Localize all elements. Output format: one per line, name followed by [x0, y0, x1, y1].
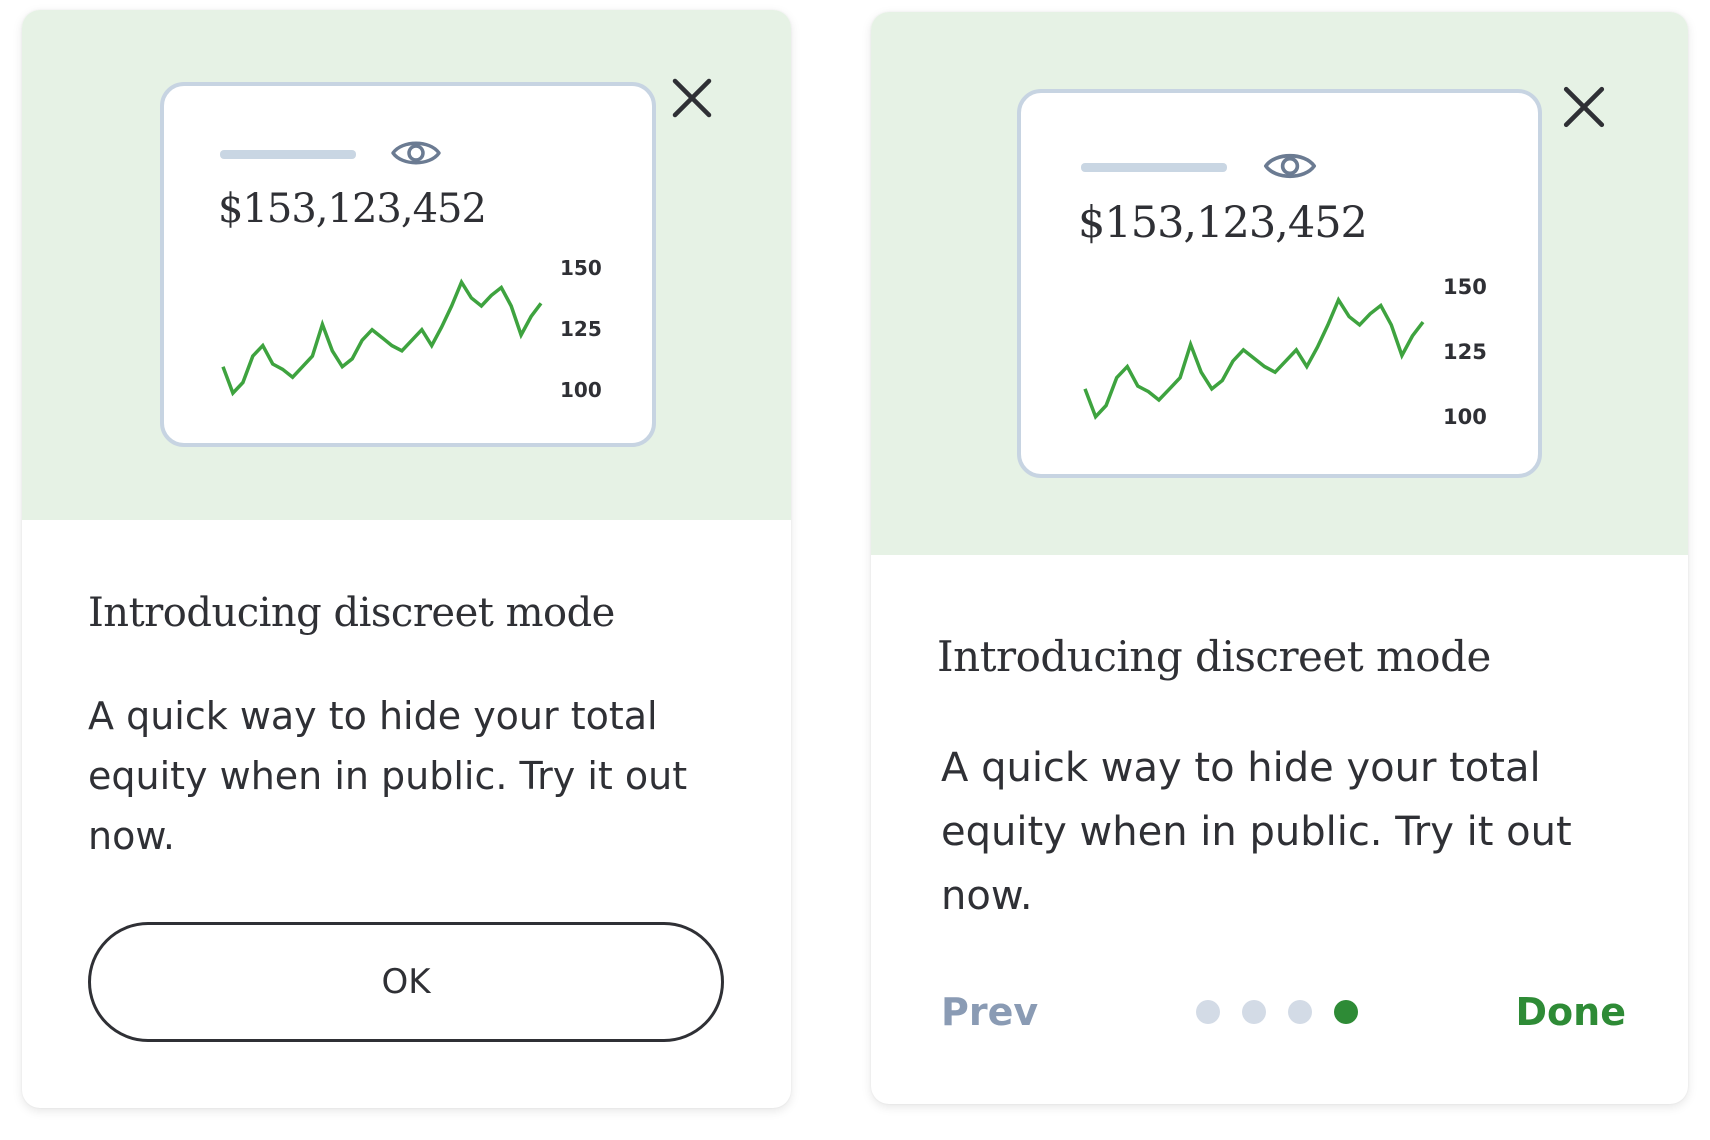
equity-sparkline — [1083, 296, 1425, 420]
equity-sparkline — [221, 278, 543, 397]
pagination-dot[interactable] — [1196, 1000, 1220, 1024]
prev-button[interactable]: Prev — [941, 990, 1038, 1034]
pagination-dots — [1196, 1000, 1358, 1024]
y-tick-label: 150 — [560, 256, 602, 280]
pagination-dot[interactable] — [1242, 1000, 1266, 1024]
close-icon[interactable] — [670, 76, 714, 120]
equity-amount: $153,123,452 — [1078, 198, 1368, 248]
hero-banner: $153,123,452 150 125 100 — [22, 10, 791, 520]
y-tick-label: 150 — [1443, 275, 1487, 299]
card-title: Introducing discreet mode — [937, 632, 1491, 681]
sparkline-series — [1083, 296, 1425, 420]
equity-preview-card: $153,123,452 150 125 100 — [160, 82, 656, 447]
card-title: Introducing discreet mode — [88, 590, 615, 636]
discreet-mode-card-single: $153,123,452 150 125 100 Introducing dis… — [22, 10, 791, 1108]
close-icon[interactable] — [1561, 84, 1607, 130]
y-tick-label: 100 — [1443, 405, 1487, 429]
equity-amount: $153,123,452 — [218, 186, 487, 232]
eye-icon — [391, 141, 441, 165]
eye-icon — [1263, 153, 1317, 179]
ok-button[interactable]: OK — [88, 922, 724, 1042]
hero-banner: $153,123,452 150 125 100 — [871, 12, 1688, 555]
y-tick-label: 125 — [560, 317, 602, 341]
sparkline-series — [221, 278, 543, 397]
discreet-mode-card-paged: $153,123,452 150 125 100 Introducing dis… — [871, 12, 1688, 1104]
y-tick-label: 100 — [560, 378, 602, 402]
card-description: A quick way to hide your total equity wh… — [941, 745, 1572, 919]
card-description: A quick way to hide your total equity wh… — [88, 694, 688, 858]
placeholder-label-bar — [1081, 163, 1227, 172]
y-tick-label: 125 — [1443, 340, 1487, 364]
pagination-dot-active[interactable] — [1334, 1000, 1358, 1024]
pagination-dot[interactable] — [1288, 1000, 1312, 1024]
equity-preview-card: $153,123,452 150 125 100 — [1017, 89, 1542, 478]
done-button[interactable]: Done — [1516, 990, 1626, 1034]
placeholder-label-bar — [220, 150, 356, 159]
